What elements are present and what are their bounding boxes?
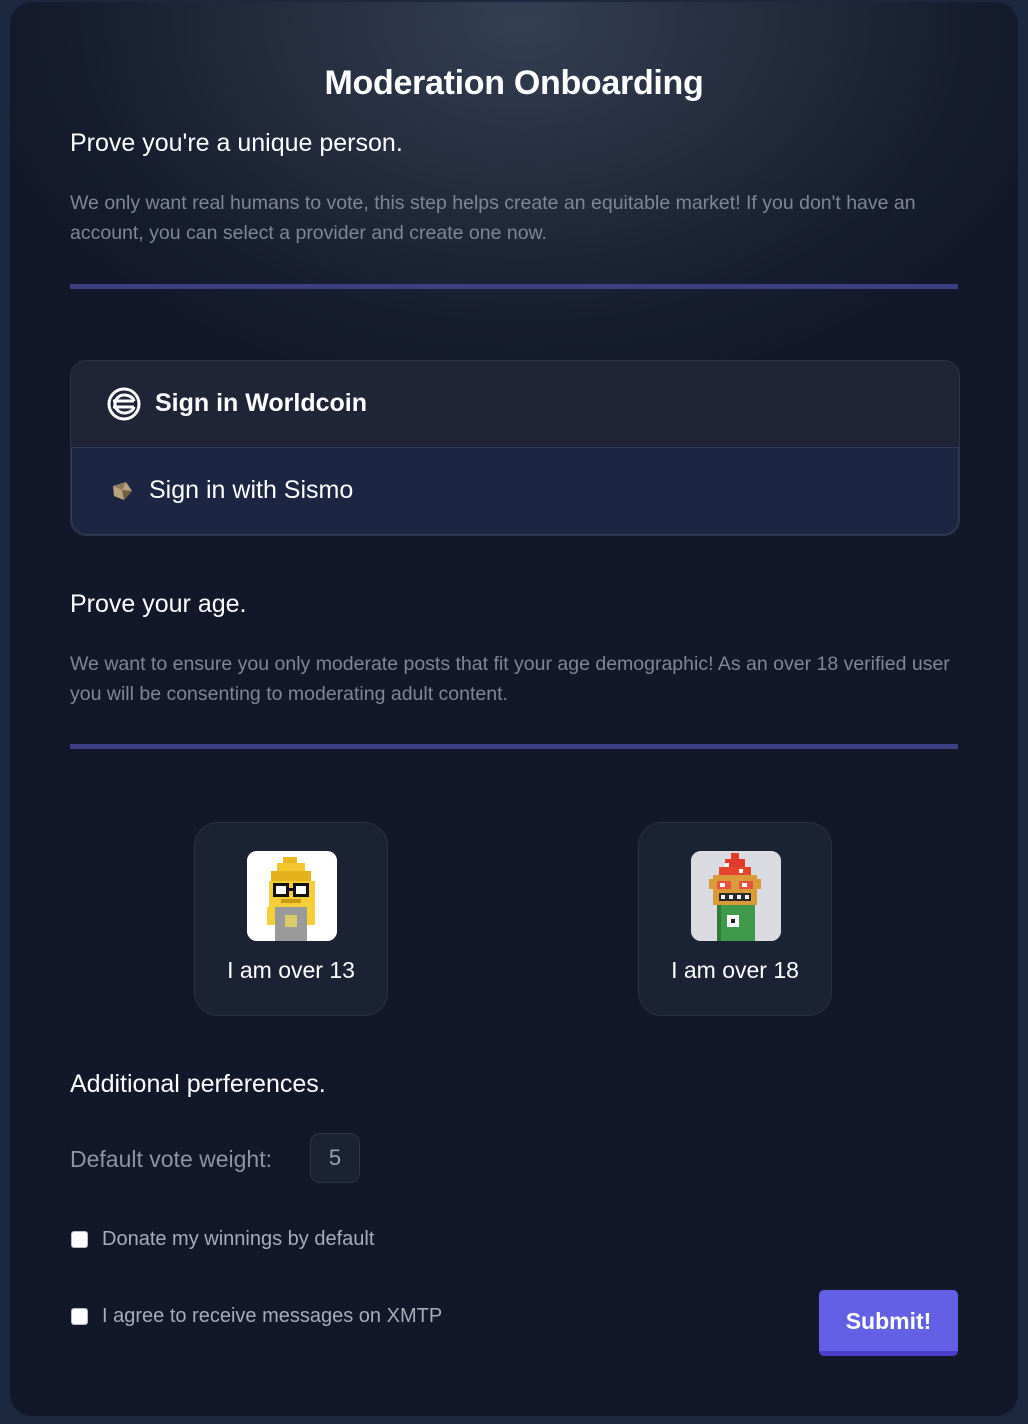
preferences-heading: Additional perferences. xyxy=(70,1070,326,1098)
age-option-over-18[interactable]: I am over 18 xyxy=(638,822,832,1016)
sismo-icon xyxy=(113,482,132,500)
worldcoin-sign-in-button[interactable]: Sign in Worldcoin xyxy=(71,361,959,448)
age-description: We want to ensure you only moderate post… xyxy=(70,653,950,705)
unique-person-heading: Prove you're a unique person. xyxy=(70,129,403,157)
donate-winnings-label: Donate my winnings by default xyxy=(102,1228,375,1250)
page-title: Moderation Onboarding xyxy=(324,64,704,102)
sismo-sign-in-label: Sign in with Sismo xyxy=(149,476,354,504)
age-option-over-13[interactable]: I am over 13 xyxy=(194,822,388,1016)
onboarding-panel: Moderation Onboarding Prove you're a uni… xyxy=(10,2,1018,1416)
avatar xyxy=(247,851,337,941)
sismo-sign-in-button[interactable]: Sign in with Sismo xyxy=(71,447,959,535)
vote-weight-label: Default vote weight: xyxy=(70,1146,273,1172)
worldcoin-icon xyxy=(107,387,141,421)
pixel-avatar-green-party-hat-icon xyxy=(691,851,781,941)
pixel-avatar-gold-crown-icon xyxy=(247,851,337,941)
xmtp-consent-checkbox[interactable] xyxy=(71,1308,88,1325)
vote-weight-input[interactable]: 5 xyxy=(310,1133,360,1183)
age-option-label: I am over 18 xyxy=(671,957,799,983)
section-divider xyxy=(70,284,958,289)
identity-provider-list: Sign in Worldcoin Sign in with Sismo xyxy=(70,360,960,536)
xmtp-consent-label: I agree to receive messages on XMTP xyxy=(102,1305,443,1327)
unique-person-description: We only want real humans to vote, this s… xyxy=(70,192,916,244)
age-heading: Prove your age. xyxy=(70,590,247,618)
submit-button[interactable]: Submit! xyxy=(819,1290,958,1356)
age-option-label: I am over 13 xyxy=(227,957,355,983)
donate-winnings-checkbox[interactable] xyxy=(71,1231,88,1248)
avatar xyxy=(691,851,781,941)
section-divider xyxy=(70,744,958,749)
worldcoin-sign-in-label: Sign in Worldcoin xyxy=(155,389,368,417)
